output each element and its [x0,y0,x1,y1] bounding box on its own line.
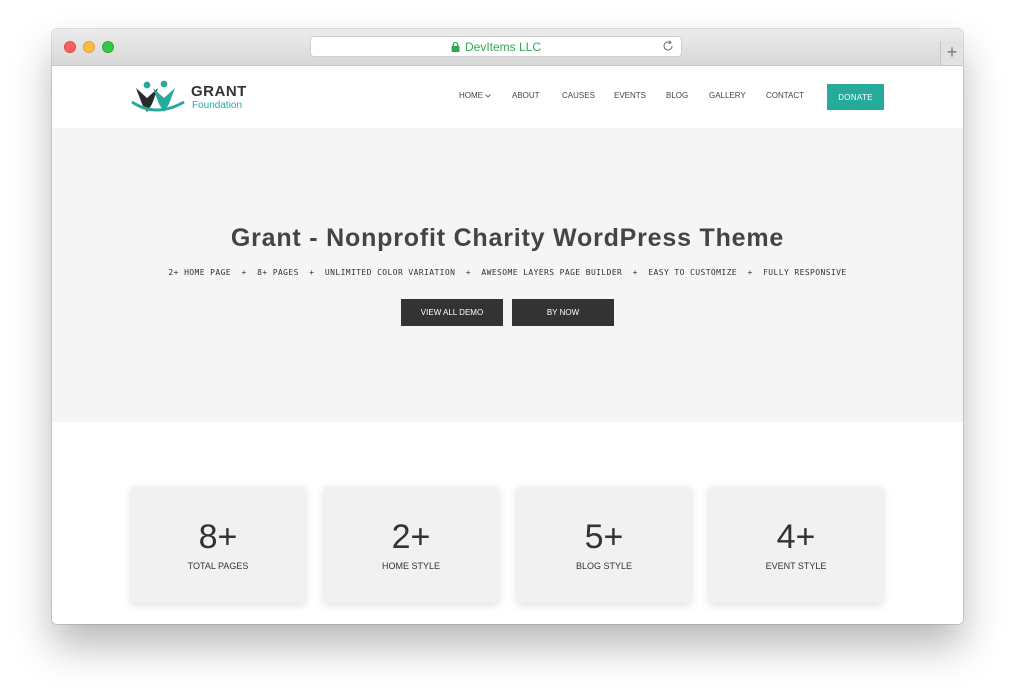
nav-item-events[interactable]: EVENTS [614,91,646,100]
stat-value: 4+ [776,518,816,556]
logo-tagline: Foundation [192,100,243,111]
hero-subtitle: 2+ HOME PAGE + 8+ PAGES + UNLIMITED COLO… [168,268,847,277]
buy-now-button[interactable]: BY NOW [512,299,614,326]
nav-item-home[interactable]: HOME [459,91,492,100]
nav-item-contact[interactable]: CONTACT [766,91,804,100]
address-bar[interactable]: DevItems LLC [310,36,682,57]
address-bar-text: DevItems LLC [464,39,542,54]
zoom-window-button[interactable] [102,41,114,53]
site-header: GRANT Foundation HOME ABOUT CAUSES EVENT… [52,66,963,128]
stat-label: BLOG STYLE [575,561,633,571]
new-tab-button[interactable]: + [940,41,963,65]
minimize-window-button[interactable] [83,41,95,53]
close-window-button[interactable] [64,41,76,53]
view-all-demo-button[interactable]: VIEW ALL DEMO [401,299,503,326]
stat-value: 8+ [198,518,238,556]
nav-item-label: HOME [459,91,483,100]
stat-label: EVENT STYLE [765,561,827,571]
nav-item-gallery[interactable]: GALLERY [709,91,746,100]
stat-card-blog-style: 5+ BLOG STYLE [517,487,691,603]
nav-item-blog[interactable]: BLOG [666,91,688,100]
stat-value: 2+ [391,518,431,556]
stat-label: HOME STYLE [381,561,440,571]
logo-name: GRANT [191,83,247,100]
stat-card-event-style: 4+ EVENT STYLE [709,487,883,603]
site-logo[interactable]: GRANT Foundation [130,78,270,118]
stat-card-home-style: 2+ HOME STYLE [324,487,498,603]
stat-value: 5+ [584,518,624,556]
stats-section: 8+ TOTAL PAGES 2+ HOME STYLE 5+ BLOG STY… [52,422,963,624]
stat-label: TOTAL PAGES [187,561,249,571]
donate-button[interactable]: DONATE [827,84,884,110]
chevron-down-icon [485,94,492,98]
browser-window: DevItems LLC + GRANT Foundation HOME ABO… [52,29,963,624]
nav-item-causes[interactable]: CAUSES [562,91,595,100]
logo-figures-icon [131,80,185,112]
stat-card-total-pages: 8+ TOTAL PAGES [131,487,305,603]
hero-title: Grant - Nonprofit Charity WordPress Them… [230,224,785,252]
reload-icon[interactable] [661,39,675,53]
lock-icon [451,41,460,52]
browser-titlebar: DevItems LLC + [52,29,963,66]
nav-item-about[interactable]: ABOUT [512,91,540,100]
hero-section: Grant - Nonprofit Charity WordPress Them… [52,128,963,422]
